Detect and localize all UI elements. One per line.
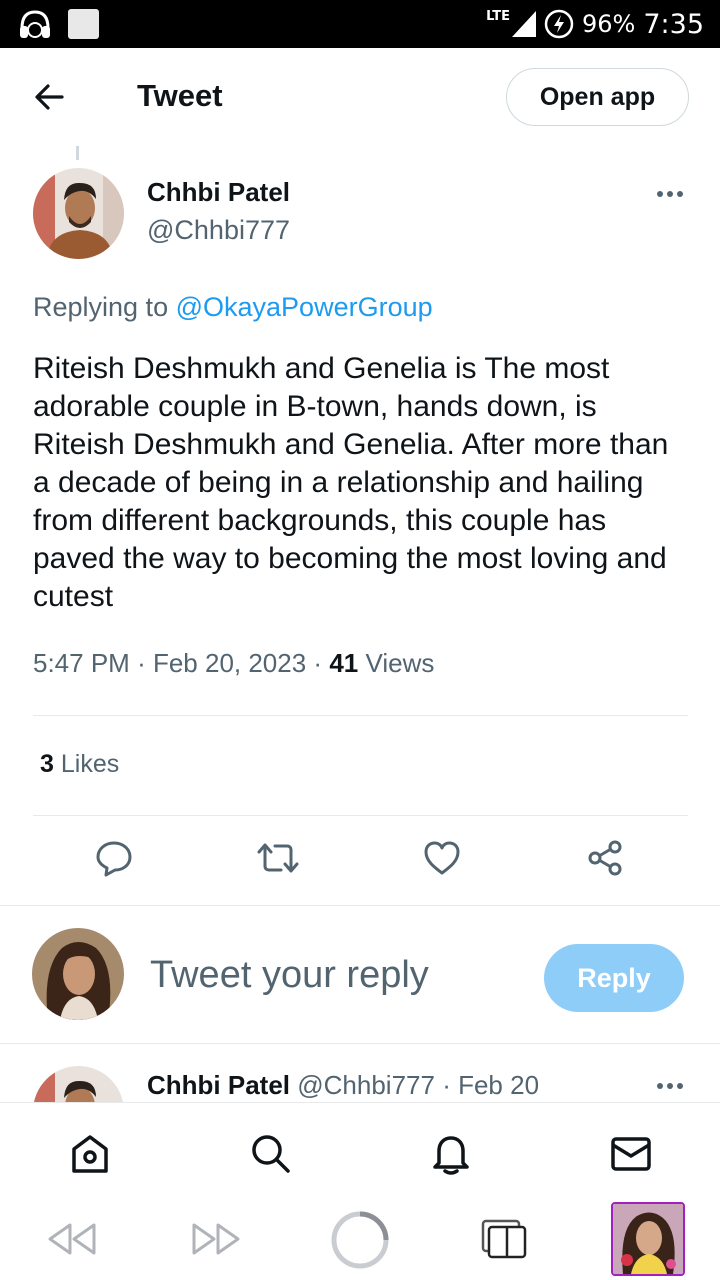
browser-home-button[interactable]: [330, 1210, 390, 1270]
next-tweet-header: Chhbi Patel @Chhbi777 · Feb 20: [147, 1070, 539, 1101]
browser-toolbar: [0, 1198, 720, 1280]
browser-back-button[interactable]: [44, 1216, 100, 1262]
page-title: Tweet: [137, 78, 223, 113]
meta-separator: ·: [137, 648, 153, 678]
likes-label: Likes: [60, 750, 120, 778]
divider: [0, 905, 720, 906]
meta-separator: ·: [313, 648, 330, 678]
browser-profile-button[interactable]: [611, 1202, 685, 1276]
divider: [33, 715, 688, 716]
author-handle[interactable]: @Chhbi777: [147, 215, 290, 246]
image-icon: [68, 8, 100, 40]
heart-icon: [424, 841, 460, 875]
user-avatar[interactable]: [32, 928, 124, 1020]
likes-count: 3: [40, 750, 54, 778]
top-header: Tweet Open app: [0, 48, 720, 146]
next-tweet-avatar[interactable]: [33, 1066, 124, 1102]
thread-connector: [76, 146, 79, 160]
replying-mention-link[interactable]: @OkayaPowerGroup: [176, 292, 433, 322]
author-name[interactable]: Chhbi Patel: [147, 177, 290, 208]
tweet-text: Riteish Deshmukh and Genelia is The most…: [33, 352, 669, 613]
tabs-icon: [481, 1219, 527, 1259]
clock: 7:35: [643, 8, 704, 40]
retweet-action-button[interactable]: [250, 830, 306, 886]
tweet-more-button[interactable]: [650, 184, 690, 204]
reply-input[interactable]: Tweet your reply: [150, 954, 429, 997]
nav-notifications[interactable]: [427, 1129, 475, 1177]
author-avatar[interactable]: [33, 168, 124, 259]
rewind-icon: [48, 1223, 96, 1255]
next-tweet-author-handle[interactable]: @Chhbi777: [297, 1070, 435, 1100]
battery-percentage: 96%: [582, 10, 636, 38]
network-type: LTE: [486, 9, 511, 24]
status-bar: LTE 96% 7:35: [0, 0, 720, 48]
open-app-button[interactable]: Open app: [506, 68, 689, 126]
bell-icon: [433, 1136, 469, 1175]
back-button[interactable]: [30, 80, 70, 114]
signal-icon: [512, 11, 537, 37]
arrow-left-icon: [35, 84, 64, 110]
next-tweet-date[interactable]: Feb 20: [458, 1070, 539, 1100]
browser-forward-button[interactable]: [188, 1216, 244, 1262]
replying-prefix: Replying to: [33, 292, 169, 322]
headset-icon: [18, 8, 50, 40]
share-action-button[interactable]: [577, 830, 633, 886]
next-tweet[interactable]: Chhbi Patel @Chhbi777 · Feb 20: [0, 1044, 720, 1102]
views-label: Views: [365, 648, 435, 678]
views-count: 41: [329, 648, 359, 678]
profile-thumbnail-icon: [613, 1204, 683, 1274]
bottom-nav: [0, 1102, 720, 1198]
tweet-date[interactable]: Feb 20, 2023: [153, 648, 306, 678]
mail-icon: [611, 1137, 651, 1171]
nav-home[interactable]: [66, 1129, 114, 1177]
like-action-button[interactable]: [414, 830, 470, 886]
retweet-icon: [257, 843, 299, 873]
reply-button[interactable]: Reply: [544, 944, 684, 1012]
tweet-meta: 5:47 PM · Feb 20, 2023 · 41 Views: [33, 648, 434, 679]
comment-icon: [96, 841, 132, 877]
tweet-time[interactable]: 5:47 PM: [33, 648, 130, 678]
share-icon: [588, 840, 622, 876]
replying-to-line: Replying to @OkayaPowerGroup: [33, 292, 433, 323]
tweet-actions: [0, 830, 720, 890]
fast-forward-icon: [192, 1223, 240, 1255]
home-icon: [72, 1135, 108, 1173]
meta-separator: ·: [442, 1070, 459, 1100]
next-tweet-more-button[interactable]: [650, 1076, 690, 1096]
battery-charging-icon: [544, 9, 574, 39]
nav-search[interactable]: [246, 1129, 294, 1177]
status-indicators: LTE 96% 7:35: [486, 0, 704, 48]
loading-ring-icon: [331, 1211, 389, 1269]
search-icon: [252, 1135, 290, 1173]
reply-action-button[interactable]: [86, 830, 142, 886]
likes-summary[interactable]: 3 Likes: [40, 750, 119, 779]
next-tweet-author-name[interactable]: Chhbi Patel: [147, 1070, 290, 1100]
divider: [33, 815, 688, 816]
nav-messages[interactable]: [607, 1129, 655, 1177]
browser-tabs-button[interactable]: [478, 1214, 528, 1264]
